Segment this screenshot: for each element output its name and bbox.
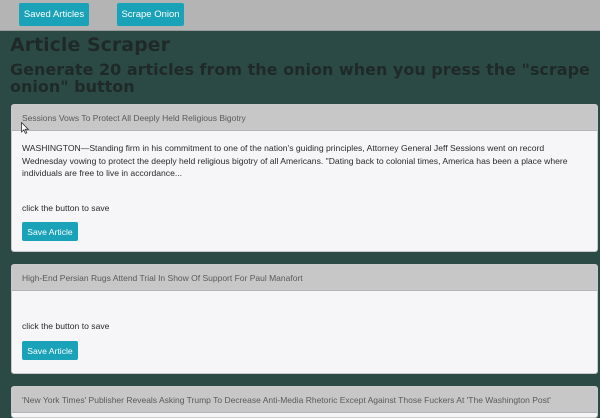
article-headline[interactable]: Sessions Vows To Protect All Deeply Held… [12,105,597,131]
article-body: WASHINGTON—Standing firm in his commitme… [12,131,597,251]
saved-articles-button[interactable]: Saved Articles [19,3,89,26]
scrape-onion-button[interactable]: Scrape Onion [117,3,184,26]
save-hint: click the button to save [22,203,110,213]
navbar: Saved Articles Scrape Onion [0,0,600,31]
save-hint: click the button to save [22,321,110,331]
article-headline[interactable]: 'New York Times' Publisher Reveals Askin… [12,387,597,413]
page-title: Article Scraper [10,34,170,56]
article-card: Sessions Vows To Protect All Deeply Held… [11,104,598,252]
article-body: click the button to save Save Article [12,291,597,373]
mouse-cursor-icon [21,122,29,134]
article-card: High-End Persian Rugs Attend Trial In Sh… [11,264,598,374]
article-card: 'New York Times' Publisher Reveals Askin… [11,386,598,418]
page-subtitle: Generate 20 articles from the onion when… [10,60,590,96]
article-headline[interactable]: High-End Persian Rugs Attend Trial In Sh… [12,265,597,291]
save-article-button[interactable]: Save Article [22,341,78,360]
article-summary: WASHINGTON—Standing firm in his commitme… [22,143,568,178]
save-article-button[interactable]: Save Article [22,222,78,241]
